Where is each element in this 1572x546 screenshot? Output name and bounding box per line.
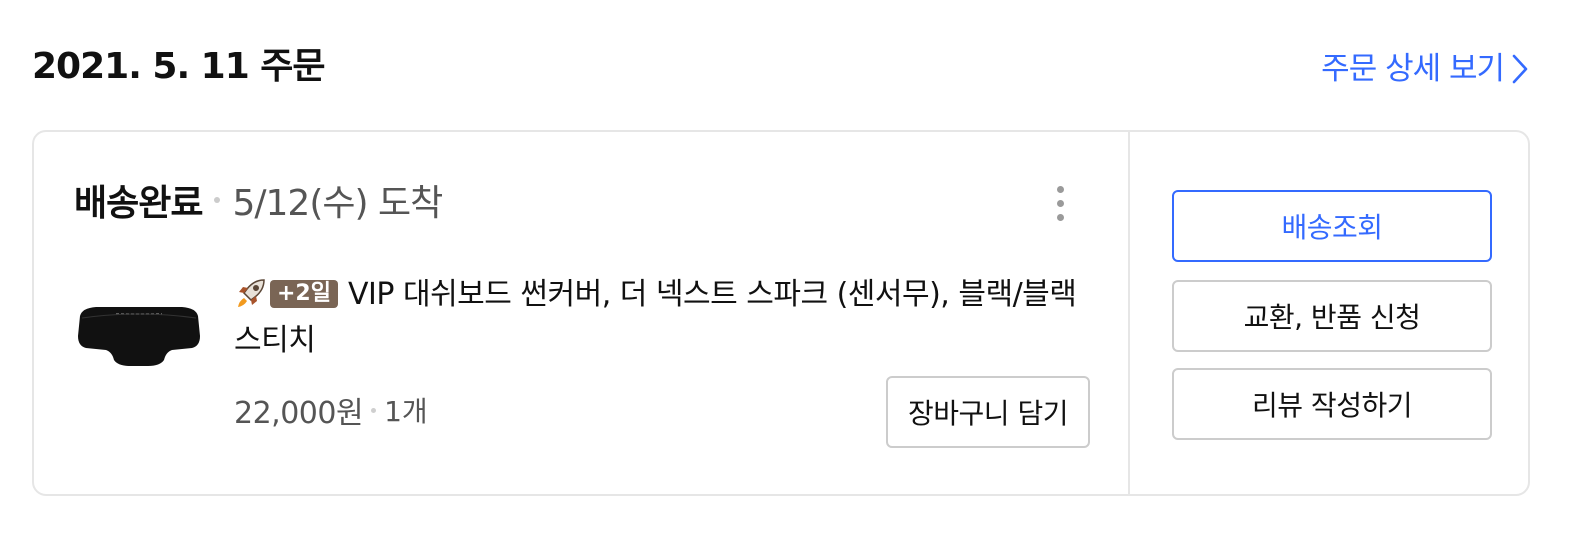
chevron-right-icon xyxy=(1512,54,1528,84)
order-detail-link[interactable]: 주문 상세 보기 xyxy=(1321,48,1528,90)
separator-dot xyxy=(214,197,221,203)
more-vertical-icon[interactable] xyxy=(1044,182,1076,224)
product-thumbnail[interactable] xyxy=(76,302,202,368)
write-review-button[interactable]: 리뷰 작성하기 xyxy=(1172,368,1492,440)
product-info: +2일 VIP 대쉬보드 썬커버, 더 넥스트 스파크 (센서무), 블랙/블랙 … xyxy=(234,272,1084,364)
rocket-delivery-icon xyxy=(238,279,265,307)
product-name[interactable]: VIP 대쉬보드 썬커버, 더 넥스트 스파크 (센서무), 블랙/블랙 스티치 xyxy=(234,277,1077,358)
price-row: 22,000원 1개 xyxy=(234,388,428,432)
order-card: 배송완료 5/12(수) 도착 +2일 VIP 대쉬보드 썬커버, 더 넥스트 … xyxy=(32,130,1530,496)
order-date-title: 2021. 5. 11 주문 xyxy=(32,46,326,87)
product-title-row[interactable]: +2일 VIP 대쉬보드 썬커버, 더 넥스트 스파크 (센서무), 블랙/블랙 … xyxy=(234,272,1084,364)
delivery-status: 배송완료 xyxy=(74,183,203,224)
arrival-date: 5/12(수) 도착 xyxy=(232,183,443,224)
arrival-plus-days-badge: +2일 xyxy=(270,280,338,308)
product-price: 22,000원 xyxy=(234,396,364,431)
product-quantity: 1개 xyxy=(384,395,428,428)
track-delivery-button[interactable]: 배송조회 xyxy=(1172,190,1492,262)
add-to-cart-button[interactable]: 장바구니 담기 xyxy=(886,376,1090,448)
order-item-section: 배송완료 5/12(수) 도착 +2일 VIP 대쉬보드 썬커버, 더 넥스트 … xyxy=(34,132,1130,494)
delivery-status-row: 배송완료 5/12(수) 도착 xyxy=(74,176,443,224)
exchange-return-button[interactable]: 교환, 반품 신청 xyxy=(1172,280,1492,352)
separator-dot xyxy=(371,407,377,413)
order-page: 2021. 5. 11 주문 주문 상세 보기 배송완료 5/12(수) 도착 xyxy=(0,0,1572,546)
order-detail-link-label: 주문 상세 보기 xyxy=(1321,51,1505,87)
